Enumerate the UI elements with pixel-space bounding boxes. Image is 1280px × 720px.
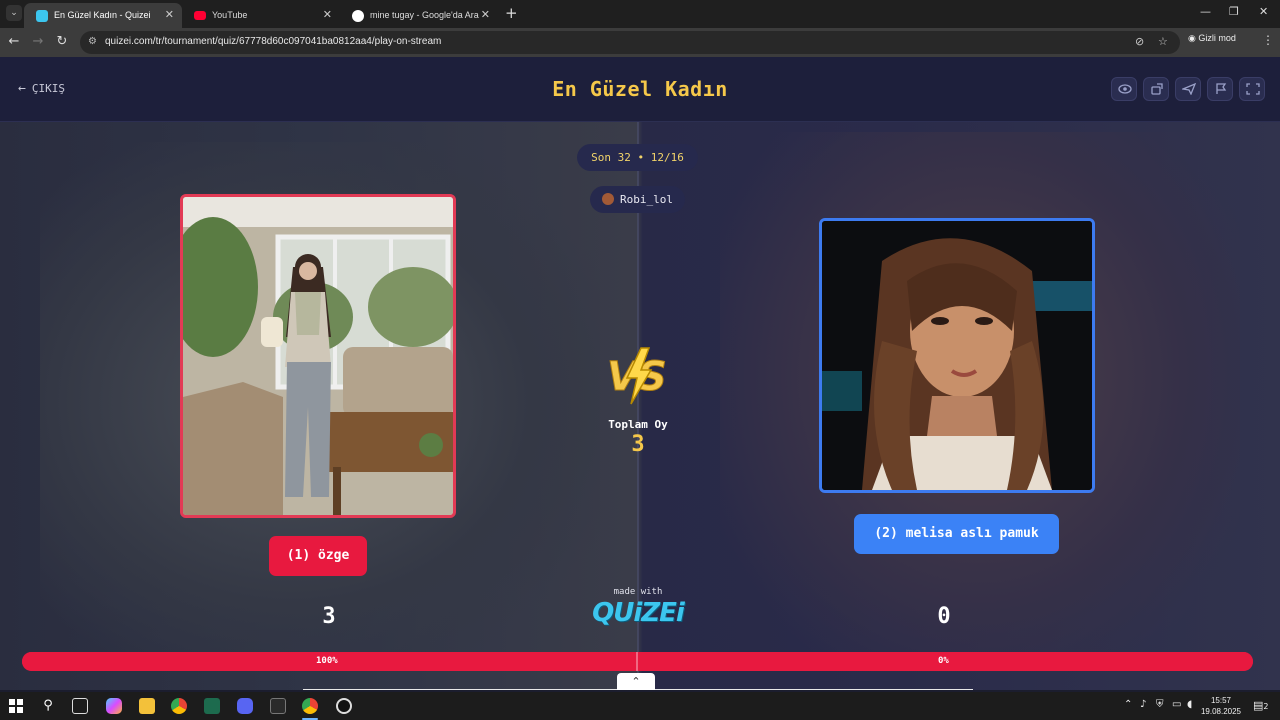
- close-tab-icon[interactable]: ✕: [481, 8, 490, 21]
- reload-icon[interactable]: ↻: [54, 34, 70, 50]
- view-button[interactable]: [1111, 77, 1137, 101]
- send-button[interactable]: [1175, 77, 1201, 101]
- browser-tab-strip: ⌄ En Güzel Kadın - Quizei ✕ YouTube ✕ mi…: [0, 0, 1280, 28]
- security-icon[interactable]: ⛨: [1156, 699, 1164, 710]
- tab-search-button[interactable]: ⌄: [6, 5, 22, 21]
- google-favicon-icon: [352, 10, 364, 22]
- username-text: Robi_lol: [620, 193, 673, 206]
- close-tab-icon[interactable]: ✕: [323, 8, 332, 21]
- flag-icon: [1216, 83, 1227, 94]
- minimize-icon[interactable]: —: [1200, 5, 1211, 18]
- clock-time: 15:57: [1210, 696, 1232, 705]
- incognito-indicator[interactable]: ◉ Gizli mod: [1188, 33, 1236, 44]
- file-explorer-icon[interactable]: [139, 698, 155, 714]
- eye-off-icon[interactable]: ⊘: [1135, 35, 1144, 48]
- new-tab-button[interactable]: +: [505, 5, 518, 21]
- restore-icon[interactable]: ❐: [1229, 5, 1239, 18]
- round-info-chip: Son 32 • 12/16: [577, 144, 698, 171]
- quizei-favicon-icon: [36, 10, 48, 22]
- versus-lightning-icon: VS: [607, 347, 667, 405]
- task-view-icon[interactable]: [72, 698, 88, 714]
- contender-left-image: [183, 197, 453, 515]
- notification-count: 2: [1263, 702, 1269, 711]
- volume-icon[interactable]: ◖: [1187, 699, 1192, 710]
- microphone-icon[interactable]: ♪: [1140, 699, 1146, 710]
- discord-icon[interactable]: [237, 698, 253, 714]
- copilot-icon[interactable]: [106, 698, 122, 714]
- back-icon[interactable]: ←: [6, 34, 22, 50]
- tab-quizei[interactable]: En Güzel Kadın - Quizei ✕: [24, 3, 182, 28]
- search-icon[interactable]: ⚲: [40, 698, 56, 714]
- notification-icon[interactable]: ▤2: [1253, 699, 1269, 712]
- incognito-icon: ◉: [1188, 33, 1199, 43]
- chevron-up-icon[interactable]: ⌃: [1124, 699, 1132, 710]
- collapse-panel-button[interactable]: ⌃: [617, 673, 655, 690]
- incognito-label: Gizli mod: [1198, 33, 1236, 43]
- right-score: 0: [937, 604, 951, 629]
- share-button[interactable]: [1143, 77, 1169, 101]
- matchup-stage: Son 32 • 12/16 Robi_lol (1) özge (2) mel…: [0, 122, 1280, 690]
- made-with-label: made with: [613, 587, 663, 597]
- windows-start-icon[interactable]: [8, 698, 24, 714]
- right-percent: 0%: [938, 656, 949, 666]
- obs-icon[interactable]: [336, 698, 352, 714]
- app-icon-green[interactable]: [204, 698, 220, 714]
- taskbar-clock[interactable]: 15:57 19.08.2025: [1198, 695, 1244, 717]
- fullscreen-icon: [1246, 83, 1260, 95]
- windows-taskbar: ⚲ ⌃ ♪ ⛨ ▭ ◖ 15:57 19.08.2025 ▤2: [0, 692, 1280, 720]
- network-icon[interactable]: ▭: [1172, 699, 1181, 710]
- total-votes-label: Toplam Oy: [608, 418, 668, 431]
- bookmark-star-icon[interactable]: ☆: [1158, 35, 1168, 48]
- forward-icon[interactable]: →: [30, 34, 46, 50]
- browser-toolbar: ← → ↻ ⚙ quizei.com/tr/tournament/quiz/67…: [0, 28, 1280, 57]
- tab-title: YouTube: [212, 10, 248, 20]
- vote-progress-bar: 100% 0%: [22, 652, 1253, 671]
- username-chip: Robi_lol: [590, 186, 685, 213]
- app-icon-dark[interactable]: [270, 698, 286, 714]
- chrome-active-icon[interactable]: [302, 698, 318, 714]
- share-icon: [1151, 83, 1163, 95]
- vote-right-button[interactable]: (2) melisa aslı pamuk: [854, 514, 1059, 554]
- youtube-favicon-icon: [194, 11, 206, 20]
- chrome-icon[interactable]: [171, 698, 187, 714]
- close-tab-icon[interactable]: ✕: [165, 8, 174, 21]
- contender-left-photo[interactable]: [180, 194, 456, 518]
- tab-youtube[interactable]: YouTube ✕: [182, 3, 340, 28]
- total-votes-value: 3: [631, 432, 645, 457]
- quiz-header: ← ÇIKIŞ En Güzel Kadın: [0, 57, 1280, 122]
- contender-right-image: [822, 221, 1092, 490]
- eye-icon: [1118, 84, 1132, 94]
- browser-menu-icon[interactable]: ⋮: [1262, 33, 1274, 47]
- report-button[interactable]: [1207, 77, 1233, 101]
- site-info-icon[interactable]: ⚙: [88, 36, 100, 48]
- tab-title: mine tugay - Google'da Ara: [370, 10, 479, 20]
- left-percent: 100%: [316, 656, 338, 666]
- vote-left-button[interactable]: (1) özge: [269, 536, 367, 576]
- url-text[interactable]: quizei.com/tr/tournament/quiz/67778d60c0…: [105, 36, 441, 47]
- chevron-up-icon: ⌃: [631, 675, 641, 688]
- tab-title: En Güzel Kadın - Quizei: [54, 10, 151, 20]
- clock-date: 19.08.2025: [1200, 707, 1242, 716]
- quizei-logo[interactable]: QUiZEi: [588, 598, 688, 628]
- user-avatar-icon: [602, 193, 614, 205]
- left-score: 3: [322, 604, 336, 629]
- fullscreen-button[interactable]: [1239, 77, 1265, 101]
- close-window-icon[interactable]: ✕: [1259, 5, 1268, 18]
- contender-right-photo[interactable]: [819, 218, 1095, 493]
- address-bar[interactable]: ⚙ quizei.com/tr/tournament/quiz/67778d60…: [80, 31, 1180, 54]
- page-title: En Güzel Kadın: [552, 77, 728, 101]
- tab-google[interactable]: mine tugay - Google'da Ara ✕: [340, 3, 498, 28]
- send-icon: [1182, 83, 1196, 95]
- progress-midpoint: [636, 652, 638, 671]
